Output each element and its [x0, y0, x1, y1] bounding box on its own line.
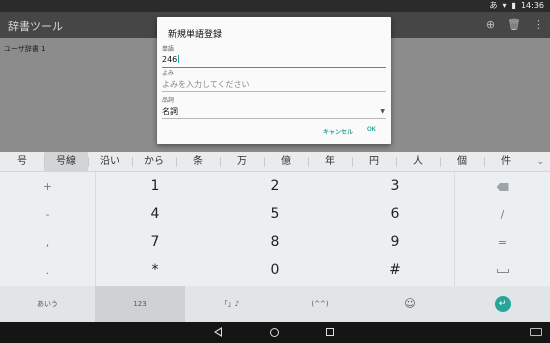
battery-icon: ▮: [511, 1, 516, 10]
candidate-item[interactable]: 沿い: [88, 152, 132, 172]
pos-underline: [162, 118, 386, 119]
hash-key[interactable]: #: [345, 262, 445, 278]
pos-value[interactable]: 名詞: [162, 106, 386, 116]
digit-8-key[interactable]: 8: [225, 234, 325, 250]
ok-button[interactable]: OK: [367, 127, 376, 133]
symbol-mode-key[interactable]: 「」♪: [185, 286, 275, 322]
recents-icon[interactable]: [326, 328, 334, 336]
slash-key[interactable]: /: [455, 208, 550, 221]
candidate-item[interactable]: 万: [220, 152, 264, 172]
keyboard-mode-row: あいう 123 「」♪ (^^) ☺ ↵: [0, 286, 550, 322]
delete-icon[interactable]: 🗑: [507, 18, 521, 31]
asterisk-key[interactable]: *: [105, 262, 205, 278]
navigation-bar: [0, 322, 550, 343]
candidate-item[interactable]: 人: [396, 152, 440, 172]
space-key[interactable]: [455, 264, 550, 277]
digit-0-key[interactable]: 0: [225, 262, 325, 278]
pos-label: 品詞: [162, 97, 175, 104]
more-menu-icon[interactable]: ⋮: [533, 18, 544, 31]
part-of-speech-select[interactable]: 品詞 名詞 ▼: [162, 95, 386, 119]
period-key[interactable]: .: [0, 264, 95, 277]
add-icon[interactable]: ⊕: [486, 18, 495, 31]
word-label: 単語: [162, 46, 175, 53]
dialog-title: 新規単語登録: [168, 30, 223, 40]
digit-9-key[interactable]: 9: [345, 234, 445, 250]
candidate-item[interactable]: 個: [440, 152, 484, 172]
candidate-bar: 号 号線 沿い から 条 万 億 年 円 人 個 件 ⌄: [0, 151, 550, 172]
dictionary-selector[interactable]: ユーザ辞書 1: [4, 44, 46, 54]
home-icon[interactable]: [270, 328, 279, 337]
candidate-item[interactable]: から: [132, 152, 176, 172]
candidate-item[interactable]: 号: [0, 152, 44, 172]
comma-key[interactable]: ,: [0, 236, 95, 249]
minus-key[interactable]: -: [0, 208, 95, 221]
enter-icon: ↵: [494, 296, 511, 312]
numeric-keyboard: + - , . 1 2 3 4 5 6 7 8 9 * 0 # / = あいう …: [0, 172, 550, 322]
keyboard-switch-icon[interactable]: [530, 328, 542, 336]
word-field[interactable]: 単語 246: [162, 44, 386, 68]
back-icon[interactable]: [214, 327, 222, 337]
keyboard-divider: [95, 172, 96, 286]
reading-field[interactable]: よみ よみを入力してください: [162, 68, 386, 92]
ime-notification-icon: あ: [489, 1, 498, 10]
status-bar: あ ▾ ▮ 14:36: [0, 0, 550, 12]
expand-candidates-icon[interactable]: ⌄: [536, 157, 544, 167]
digit-5-key[interactable]: 5: [225, 206, 325, 222]
digit-1-key[interactable]: 1: [105, 178, 205, 194]
equals-key[interactable]: =: [455, 236, 550, 249]
kana-mode-key[interactable]: あいう: [0, 286, 95, 322]
numeric-mode-key[interactable]: 123: [95, 286, 185, 322]
new-word-dialog: 新規単語登録 単語 246 よみ よみを入力してください 品詞 名詞 ▼ キャン…: [157, 17, 391, 144]
digit-2-key[interactable]: 2: [225, 178, 325, 194]
emoji-mode-key[interactable]: ☺: [365, 286, 455, 322]
candidate-item[interactable]: 円: [352, 152, 396, 172]
reading-input[interactable]: よみを入力してください: [162, 79, 386, 89]
word-input[interactable]: 246: [162, 55, 177, 64]
space-icon: [496, 269, 509, 273]
digit-4-key[interactable]: 4: [105, 206, 205, 222]
app-title: 辞書ツール: [8, 20, 63, 33]
kaomoji-mode-key[interactable]: (^^): [275, 286, 365, 322]
cancel-button[interactable]: キャンセル: [323, 127, 353, 136]
plus-key[interactable]: +: [0, 180, 95, 193]
digit-6-key[interactable]: 6: [345, 206, 445, 222]
text-caret: [178, 55, 180, 63]
status-time: 14:36: [520, 1, 544, 10]
wifi-icon: ▾: [502, 1, 507, 10]
digit-3-key[interactable]: 3: [345, 178, 445, 194]
reading-label: よみ: [162, 70, 175, 77]
candidate-item[interactable]: 年: [308, 152, 352, 172]
reading-underline: [162, 91, 386, 92]
dropdown-arrow-icon[interactable]: ▼: [380, 108, 385, 115]
enter-key[interactable]: ↵: [455, 286, 550, 322]
smiley-icon: ☺: [404, 297, 416, 310]
candidate-item-selected[interactable]: 号線: [44, 151, 88, 172]
candidate-item[interactable]: 億: [264, 152, 308, 172]
backspace-key[interactable]: [455, 180, 550, 193]
candidate-item[interactable]: 件: [484, 152, 528, 172]
candidate-item[interactable]: 条: [176, 152, 220, 172]
backspace-icon: [496, 183, 509, 191]
digit-7-key[interactable]: 7: [105, 234, 205, 250]
